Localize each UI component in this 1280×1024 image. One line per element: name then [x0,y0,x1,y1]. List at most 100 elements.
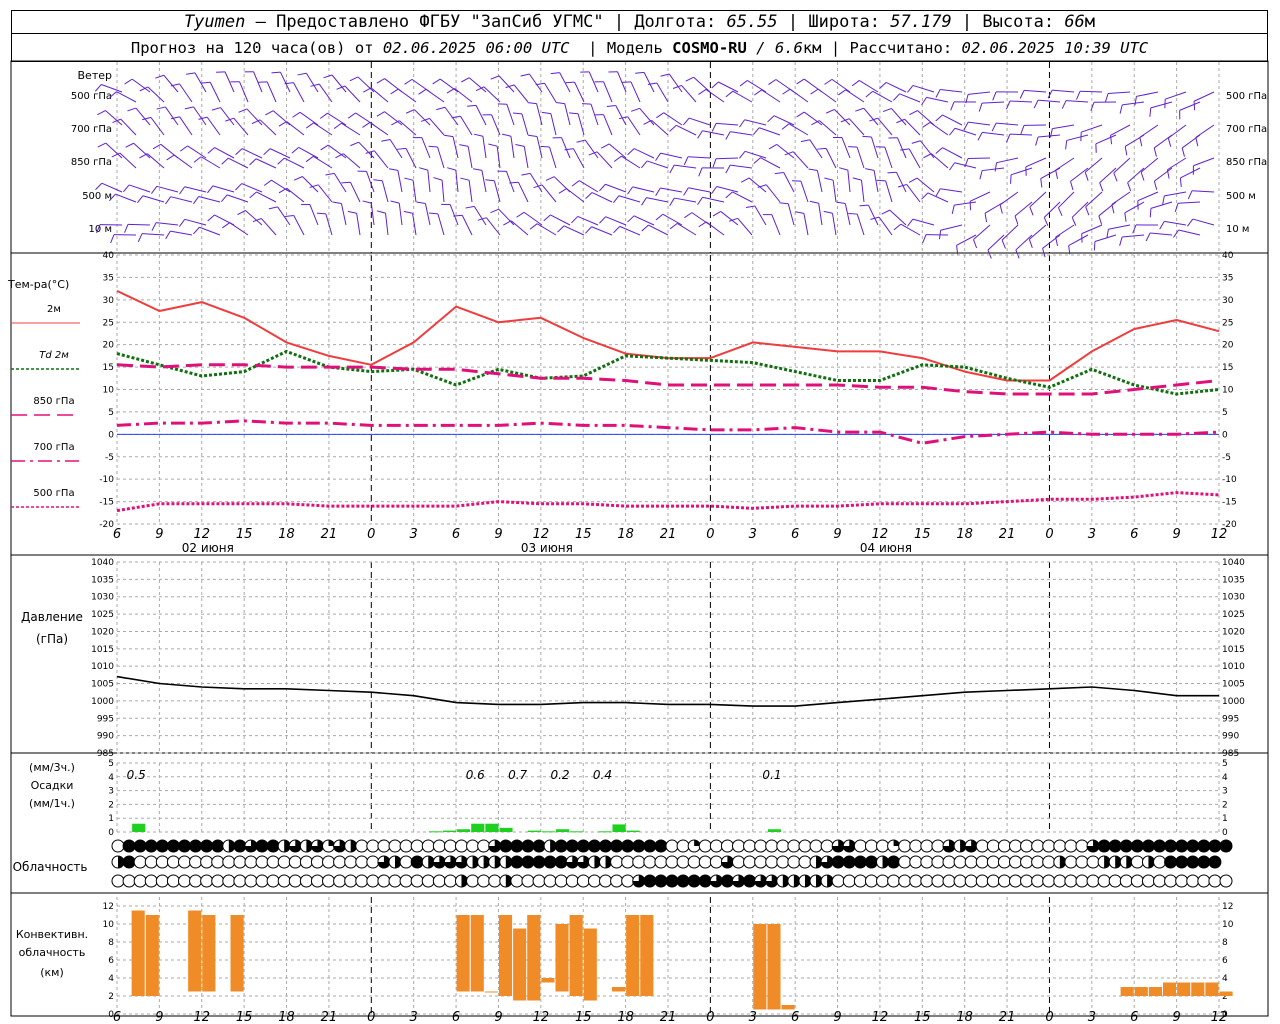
wind-barb [271,179,291,193]
cloud-symbol [1141,855,1155,869]
cloud-symbol [310,855,324,869]
pressure-tick-left: 985 [97,749,114,759]
cloud-symbol [111,839,125,853]
cloud-symbol [599,839,613,853]
wind-barb-feather [739,119,746,128]
wind-barb-feather [949,162,956,171]
wind-barb [899,93,921,103]
wind-barb-feather [376,78,385,84]
cloud-symbol [255,839,269,853]
wind-barb [293,215,305,236]
cloud-symbol [200,855,214,869]
wind-barb-feather [907,218,914,227]
wind-barb-feather [292,111,301,118]
time-axis-label-bottom: 6 [452,1010,460,1024]
wind-barb-feather [851,80,860,87]
wind-barb [987,234,1005,251]
wind-barb [621,155,641,169]
cloud-symbol [1008,839,1022,853]
wind-barb [1058,191,1075,208]
convective-bar [230,915,244,992]
cloud-symbol [909,874,923,888]
pressure-tick-right: 1000 [1222,697,1245,707]
wind-barb-feather [186,72,196,75]
wind-barb-feather [906,85,914,93]
temp-tick-left: 40 [103,251,115,261]
wind-barb-feather [683,156,689,166]
cloud-symbol [466,874,480,888]
wind-barb [340,203,347,226]
wind-barb-feather [521,172,531,176]
time-axis-label-bottom: 3 [410,1010,418,1024]
wind-barb [452,136,459,159]
convective-tick-left: 6 [108,956,114,966]
wind-barb [536,223,557,236]
cloud-symbol [1119,874,1133,888]
cloud-symbol [554,839,568,853]
cloud-symbol [997,874,1011,888]
wind-barb-feather [753,127,760,135]
cloud-symbol [244,839,258,853]
temp-tick-right: 30 [1222,296,1234,306]
wind-barb-feather [865,168,875,171]
wind-barb-feather [265,110,274,116]
wind-barb [1165,91,1187,100]
wind-barb [241,148,263,159]
temp-tick-left: -15 [99,498,114,508]
convective-bar [470,915,484,992]
cloud-symbol [1208,839,1222,853]
wind-barb [241,183,263,193]
wind-barb-feather [238,108,248,113]
cloud-symbol [565,839,579,853]
cloud-symbol [1186,874,1200,888]
time-axis-label-top: 3 [1088,527,1096,542]
cloud-symbol [399,874,413,888]
cloud-symbol [687,839,701,853]
convective-bar [611,987,626,992]
wind-barb-feather [404,177,414,181]
wind-barb [529,173,543,193]
wind-barb [564,103,571,126]
wind-barb [135,107,151,126]
wind-barb [170,230,193,236]
wind-barb-feather [1093,241,1096,251]
cloud-symbol [189,874,203,888]
wind-barb [968,91,991,95]
cloud-symbol [366,855,380,869]
cloud-symbol [233,874,247,888]
precip-bar [598,831,612,833]
cloud-symbol [920,874,934,888]
wind-barb-feather [948,127,956,136]
wind-barb-feather [1134,96,1137,106]
wind-barb [982,101,1005,104]
wind-barb [1164,220,1187,226]
wind-barb [385,213,389,236]
wind-barb [1024,89,1047,93]
wind-barb [1108,91,1131,95]
pressure-tick-right: 995 [1222,714,1239,724]
cloud-symbol [244,855,258,869]
cloud-symbol [964,839,978,853]
wind-barb-feather [516,211,525,218]
wind-barb [705,89,725,103]
wind-barb-feather [278,121,287,127]
wind-barb-feather [235,148,243,156]
wind-barb [627,116,641,136]
wind-barb [327,112,347,126]
wind-barb [454,88,473,103]
wind-barb [867,204,879,226]
wind-barb [800,181,809,203]
wind-barb [305,73,319,93]
cloud-symbol [765,855,779,869]
wind-barb [1108,224,1131,230]
pressure-tick-left: 1025 [91,610,114,620]
wind-barb-feather [1099,182,1104,192]
cloud-symbol [1008,874,1022,888]
cloud-symbol [787,874,801,888]
wind-barb-feather [1187,218,1194,227]
wind-barb-feather [555,101,565,105]
wind-barb-feather [865,90,874,98]
wind-barb [1193,91,1215,102]
cloud-symbol [299,874,313,888]
wind-barb-feather [923,153,932,159]
